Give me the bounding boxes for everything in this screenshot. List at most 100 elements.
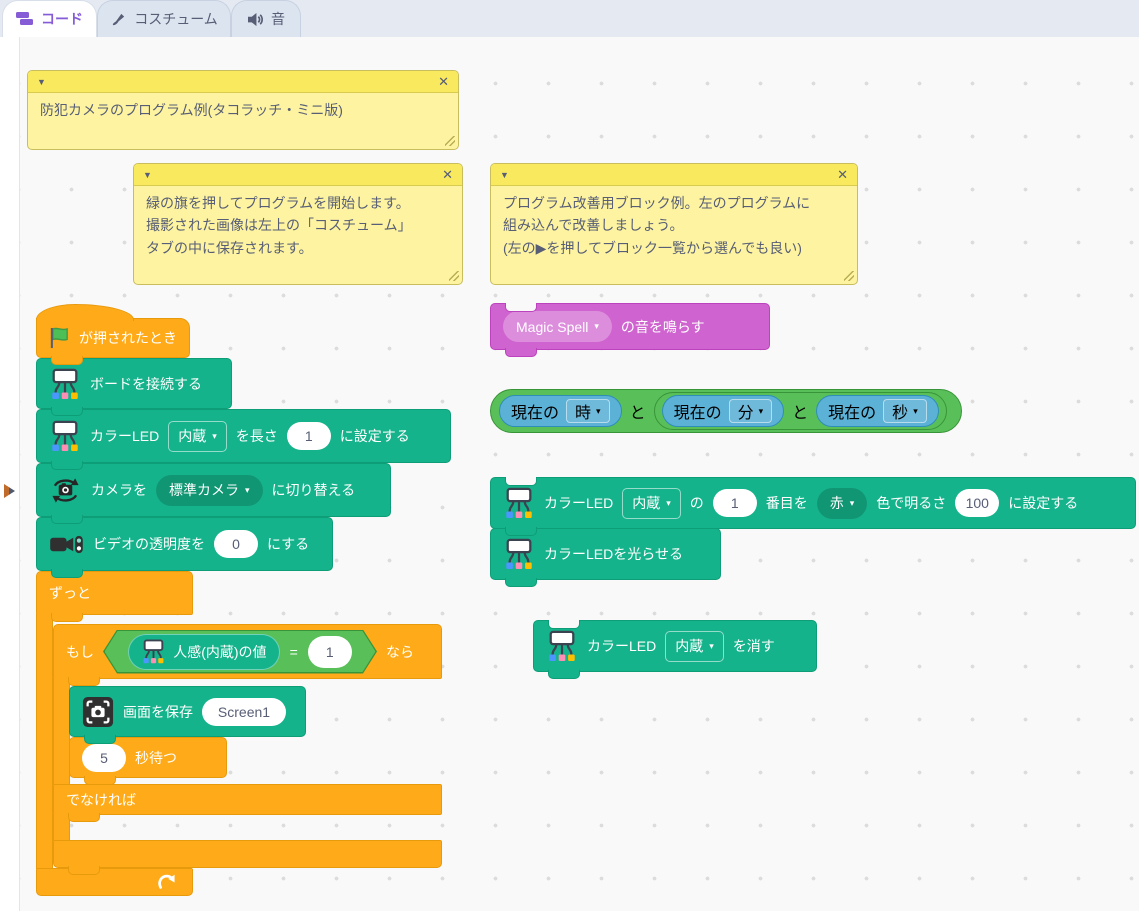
board-icon <box>49 419 81 453</box>
block-label: に設定する <box>1008 493 1078 513</box>
reporter-current-hour[interactable]: 現在の 時 ▾ <box>499 395 622 427</box>
led-target-dropdown[interactable]: 内蔵 ▾ <box>622 488 681 519</box>
block-label: 画面を保存 <box>123 702 193 722</box>
led-target-dropdown[interactable]: 内蔵 ▾ <box>665 631 724 662</box>
wait-seconds-input[interactable]: 5 <box>82 744 126 772</box>
block-label: カメラを <box>91 480 147 500</box>
chevron-down-icon: ▾ <box>212 431 217 442</box>
led-target-dropdown[interactable]: 内蔵 ▾ <box>168 421 227 452</box>
chevron-down-icon: ▾ <box>709 641 714 652</box>
close-icon[interactable]: ✕ <box>442 167 453 183</box>
led-color-dropdown[interactable]: 赤 ▾ <box>817 488 868 519</box>
block-label: に切り替える <box>272 480 356 500</box>
board-icon <box>503 537 535 571</box>
block-join-outer[interactable]: 現在の 時 ▾ と 現在の 分 ▾ と 現在の 秒 ▾ <box>490 389 962 433</box>
chevron-down-icon: ▾ <box>245 485 250 496</box>
video-camera-icon <box>49 533 84 556</box>
green-flag-icon <box>49 327 70 350</box>
block-label: 秒待つ <box>135 748 177 768</box>
led-brightness-input[interactable]: 100 <box>955 489 999 517</box>
chevron-down-icon: ▾ <box>666 498 671 509</box>
collapse-icon[interactable]: ▼ <box>500 170 509 180</box>
tab-sound-label: 音 <box>271 9 285 29</box>
led-index-input[interactable]: 1 <box>713 489 757 517</box>
dropdown-value: 内蔵 <box>675 636 703 656</box>
comment-improvement: ▼ ✕ プログラム改善用ブロック例。左のプログラムに 組み込んで改善しましょう。… <box>490 163 858 285</box>
tab-sound[interactable]: 音 <box>231 0 301 37</box>
sound-dropdown[interactable]: Magic Spell ▾ <box>503 311 612 342</box>
block-label: なら <box>386 642 414 662</box>
time-unit-dropdown[interactable]: 秒 ▾ <box>883 399 927 423</box>
comment-text[interactable]: プログラム改善用ブロック例。左のプログラムに 組み込んで改善しましょう。 (左の… <box>491 186 857 265</box>
time-unit-dropdown[interactable]: 分 ▾ <box>729 399 773 423</box>
dropdown-value: Magic Spell <box>516 319 588 335</box>
block-else-bar[interactable]: でなければ <box>53 784 442 815</box>
board-icon <box>546 629 578 663</box>
block-connect-board[interactable]: ボードを接続する <box>36 358 232 409</box>
close-icon[interactable]: ✕ <box>837 167 848 183</box>
block-if-bottom[interactable] <box>53 840 442 868</box>
block-label: を消す <box>733 636 775 656</box>
comment-header: ▼ ✕ <box>491 164 857 186</box>
block-when-flag-clicked[interactable]: が押されたとき <box>36 318 190 358</box>
collapse-icon[interactable]: ▼ <box>37 77 46 87</box>
block-save-screen[interactable]: 画面を保存 Screen1 <box>69 686 306 737</box>
board-icon <box>141 638 166 665</box>
equals-value-input[interactable]: 1 <box>308 636 352 668</box>
chevron-down-icon: ▾ <box>596 406 601 417</box>
rotate-camera-icon <box>49 476 82 505</box>
dropdown-value: 分 <box>738 399 754 423</box>
tab-costume[interactable]: コスチューム <box>97 0 231 37</box>
join-operator: と <box>630 399 646 423</box>
brush-icon <box>110 11 127 28</box>
block-label: ビデオの透明度を <box>93 534 205 554</box>
block-label: もし <box>66 642 94 662</box>
board-icon <box>503 486 535 520</box>
block-video-transparency[interactable]: ビデオの透明度を 0 にする <box>36 517 333 571</box>
comment-text[interactable]: 緑の旗を押してプログラムを開始します。 撮影された画像は左上の「コスチューム」 … <box>134 186 462 265</box>
led-length-input[interactable]: 1 <box>287 422 331 450</box>
block-label: カラーLED <box>587 636 656 656</box>
tab-costume-label: コスチューム <box>134 9 218 29</box>
time-unit-dropdown[interactable]: 時 ▾ <box>566 399 610 423</box>
reporter-motion-sensor[interactable]: 人感(内蔵)の値 <box>128 634 279 670</box>
dropdown-value: 赤 <box>830 493 844 513</box>
join-operator: と <box>792 399 808 423</box>
block-label: 色で明るさ <box>876 493 946 513</box>
dropdown-value: 内蔵 <box>632 493 660 513</box>
dropdown-value: 標準カメラ <box>169 480 239 500</box>
block-join-inner[interactable]: 現在の 分 ▾ と 現在の 秒 ▾ <box>654 392 947 430</box>
transparency-input[interactable]: 0 <box>214 530 258 558</box>
block-led-set-color[interactable]: カラーLED 内蔵 ▾ の 1 番目を 赤 ▾ 色で明るさ 100 に設定する <box>490 477 1136 529</box>
camera-dropdown[interactable]: 標準カメラ ▾ <box>156 475 263 506</box>
collapse-icon[interactable]: ▼ <box>143 170 152 180</box>
block-forever-bottom[interactable] <box>36 868 193 896</box>
comment-text[interactable]: 防犯カメラのプログラム例(タコラッチ・ミニ版) <box>28 93 458 127</box>
screen-name-input[interactable]: Screen1 <box>202 698 286 726</box>
reporter-current-minute[interactable]: 現在の 分 ▾ <box>662 395 785 427</box>
block-label: の音を鳴らす <box>621 317 705 337</box>
block-if-header[interactable]: もし 人感(内蔵)の値 = 1 なら <box>53 624 442 679</box>
block-forever-arm[interactable] <box>36 614 53 869</box>
reporter-label: 現在の <box>828 399 876 423</box>
reporter-label: 現在の <box>674 399 722 423</box>
block-label: カラーLEDを光らせる <box>544 544 683 564</box>
block-led-off[interactable]: カラーLED 内蔵 ▾ を消す <box>533 620 817 672</box>
tab-bar: コード コスチューム 音 <box>0 0 1139 37</box>
reporter-current-second[interactable]: 現在の 秒 ▾ <box>816 395 939 427</box>
dropdown-value: 秒 <box>892 399 908 423</box>
block-label: カラーLED <box>90 426 159 446</box>
speaker-icon <box>247 12 264 27</box>
boolean-equals[interactable]: 人感(内蔵)の値 = 1 <box>103 630 377 674</box>
close-icon[interactable]: ✕ <box>438 74 449 90</box>
palette-strip <box>0 37 20 911</box>
block-led-setup[interactable]: カラーLED 内蔵 ▾ を長さ 1 に設定する <box>36 409 451 463</box>
comment-title: ▼ ✕ 防犯カメラのプログラム例(タコラッチ・ミニ版) <box>27 70 459 150</box>
comment-header: ▼ ✕ <box>134 164 462 186</box>
block-camera-switch[interactable]: カメラを 標準カメラ ▾ に切り替える <box>36 463 391 517</box>
comment-instructions: ▼ ✕ 緑の旗を押してプログラムを開始します。 撮影された画像は左上の「コスチュ… <box>133 163 463 285</box>
tab-code[interactable]: コード <box>2 0 97 37</box>
block-if-arm[interactable] <box>53 678 70 785</box>
block-play-sound[interactable]: Magic Spell ▾ の音を鳴らす <box>490 303 770 350</box>
block-label: にする <box>267 534 309 554</box>
